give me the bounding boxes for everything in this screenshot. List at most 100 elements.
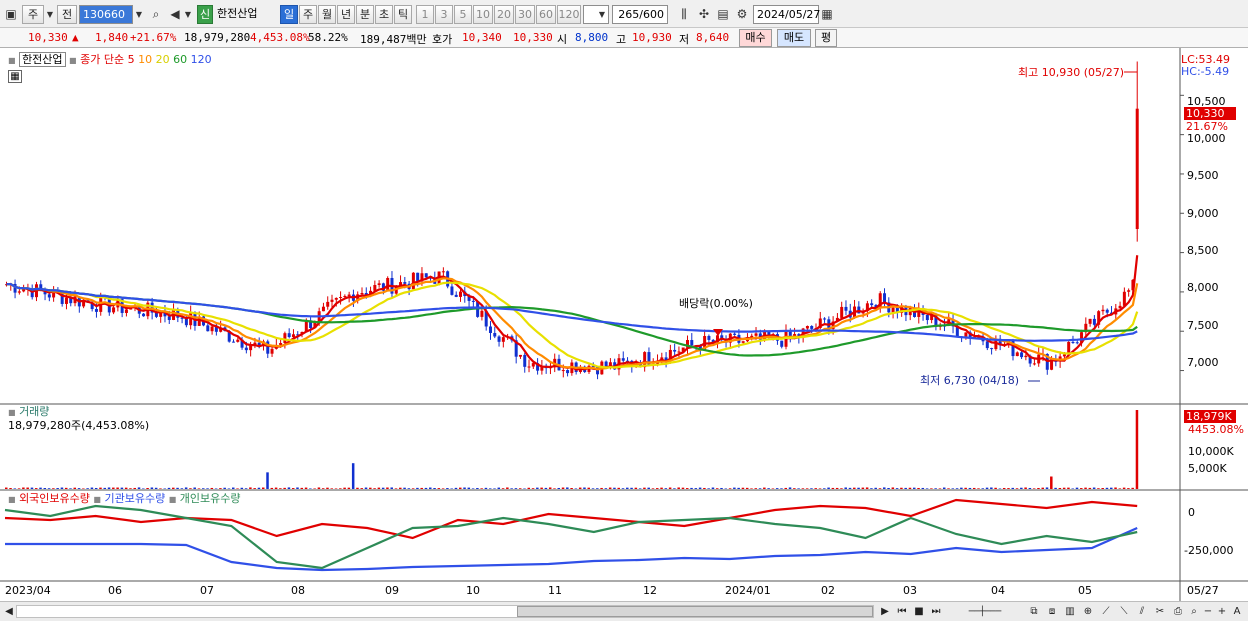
volume-bar [480, 488, 483, 489]
code-dropdown-icon[interactable]: ▼ [133, 5, 145, 24]
zoom-in-icon[interactable]: + [1214, 604, 1230, 620]
volume-bar [763, 487, 766, 489]
compare-icon[interactable]: ⧈ [1044, 604, 1060, 620]
volume-bar [998, 488, 1002, 489]
scroll-thumb[interactable] [517, 606, 873, 617]
candle-body [566, 370, 570, 374]
market-type-select[interactable]: 주 [22, 5, 44, 24]
split-icon[interactable]: ▥ [1062, 604, 1078, 620]
volume-bar [99, 487, 102, 489]
sell-button[interactable]: 매도 [777, 29, 811, 47]
low-price: 8,640 [696, 31, 730, 44]
stop-icon[interactable]: ■ [911, 604, 927, 620]
interval-20-button[interactable]: 20 [494, 5, 514, 24]
volume-bar [227, 488, 231, 489]
volume-bar [917, 487, 920, 489]
candle-body [480, 310, 484, 317]
volume-bar [1084, 487, 1087, 489]
period-tick-button[interactable]: 틱 [394, 5, 412, 24]
interval-10-button[interactable]: 10 [473, 5, 493, 24]
candle-body [1075, 342, 1079, 344]
evaluation-button[interactable]: 평 [815, 29, 837, 47]
volume-bar [300, 487, 304, 489]
candle-body [291, 334, 295, 337]
chart-scrollbar[interactable]: ◀ ▶ ⏮ ■ ⏭ ──┼─── ⧉ ⧈ ▥ ⊕ ⟋ ⟍ ⫽ ✂ ⎙ ⌕ − +… [0, 601, 1248, 621]
quote-bar: 10,330 ▲ 1,840 +21.67% 18,979,280 4,453.… [0, 28, 1248, 48]
zoom-slider[interactable]: ──┼─── [950, 604, 1020, 620]
volume-y-tick: 5,000K [1188, 462, 1227, 475]
volume-bar [223, 487, 226, 489]
volume-bar [330, 488, 334, 489]
save-icon[interactable]: ▤ [714, 5, 732, 24]
interval-5-button[interactable]: 5 [454, 5, 472, 24]
volume-bar [9, 488, 12, 489]
stock-chart[interactable]: ■ 한전산업 ■ 종가 단순 5 10 20 60 120 ▦ LC:53.49… [0, 48, 1248, 601]
buy-button[interactable]: 매수 [739, 29, 772, 47]
scroll-right-icon[interactable]: ▶ [877, 604, 893, 620]
scroll-track[interactable] [16, 605, 874, 618]
window-menu-icon[interactable]: ▣ [2, 5, 20, 24]
search-icon[interactable]: ⌕ [147, 5, 165, 24]
interval-120-button[interactable]: 120 [557, 5, 581, 24]
period-second-button[interactable]: 초 [375, 5, 393, 24]
volume-bar [673, 488, 676, 489]
volume-bar [711, 487, 715, 489]
volume-bar [788, 487, 792, 489]
link-icon[interactable]: ⊕ [1080, 604, 1096, 620]
layout-icon[interactable]: ⧉ [1026, 604, 1042, 620]
period-week-button[interactable]: 주 [299, 5, 317, 24]
period-year-button[interactable]: 년 [337, 5, 355, 24]
candle-type-icon[interactable]: ⫼ [675, 5, 693, 24]
interval-dropdown-icon[interactable]: ▼ [596, 5, 608, 24]
market-dropdown-icon[interactable]: ▼ [44, 5, 56, 24]
interval-30-button[interactable]: 30 [515, 5, 535, 24]
volume-bar [189, 488, 192, 489]
volume-bar [77, 488, 81, 489]
crosshair-icon[interactable]: ✣ [695, 5, 713, 24]
volume-bar [124, 487, 128, 489]
draw-trend-icon[interactable]: ⟍ [1116, 604, 1132, 620]
volume-bar [1028, 487, 1032, 489]
draw-line-icon[interactable]: ⟋ [1098, 604, 1114, 620]
prev-stock-button[interactable]: 전 [57, 5, 77, 24]
volume-bar [647, 487, 650, 489]
volume-bar [548, 487, 552, 489]
speaker-dropdown-icon[interactable]: ▼ [182, 5, 194, 24]
calendar-icon[interactable]: ▦ [818, 5, 836, 24]
font-size-icon[interactable]: A [1229, 604, 1245, 620]
candle-body [287, 333, 291, 337]
x-tick: 08 [291, 584, 305, 597]
volume-bar [5, 487, 8, 489]
rewind-icon[interactable]: ⏮ [894, 604, 910, 620]
low-annotation: 최저 6,730 (04/18) [920, 374, 1020, 387]
volume-bar [411, 488, 415, 489]
gear-icon[interactable]: ⚙ [733, 5, 751, 24]
interval-1-button[interactable]: 1 [416, 5, 434, 24]
interval-60-button[interactable]: 60 [536, 5, 556, 24]
print-icon[interactable]: ⎙ [1170, 604, 1186, 620]
stock-code-input[interactable]: 130660 [79, 5, 133, 24]
date-field[interactable]: 2024/05/27 [753, 5, 820, 24]
volume-bar [120, 487, 124, 489]
scroll-left-icon[interactable]: ◀ [1, 604, 17, 620]
interval-3-button[interactable]: 3 [435, 5, 453, 24]
volume-bar [1118, 488, 1122, 489]
period-month-button[interactable]: 월 [318, 5, 336, 24]
chart-canvas[interactable] [0, 48, 1248, 601]
fibonacci-icon[interactable]: ⫽ [1134, 604, 1150, 620]
volume-bar [441, 488, 445, 489]
volume-bar [202, 488, 205, 489]
legend-square-icon: ■ [93, 495, 101, 504]
period-minute-button[interactable]: 분 [356, 5, 374, 24]
volume-value: 18,979,280 [184, 31, 251, 44]
volume-bar [279, 488, 282, 489]
volume-bar [823, 488, 826, 489]
volume-bar [1062, 487, 1066, 489]
volume-bar [570, 488, 573, 489]
volume-bar [116, 487, 119, 489]
grid-toggle-icon[interactable]: ▦ [8, 70, 22, 83]
fast-forward-icon[interactable]: ⏭ [928, 604, 944, 620]
cut-icon[interactable]: ✂ [1152, 604, 1168, 620]
bar-count-field[interactable]: 265/600 [612, 5, 668, 24]
period-day-button[interactable]: 일 [280, 5, 298, 24]
